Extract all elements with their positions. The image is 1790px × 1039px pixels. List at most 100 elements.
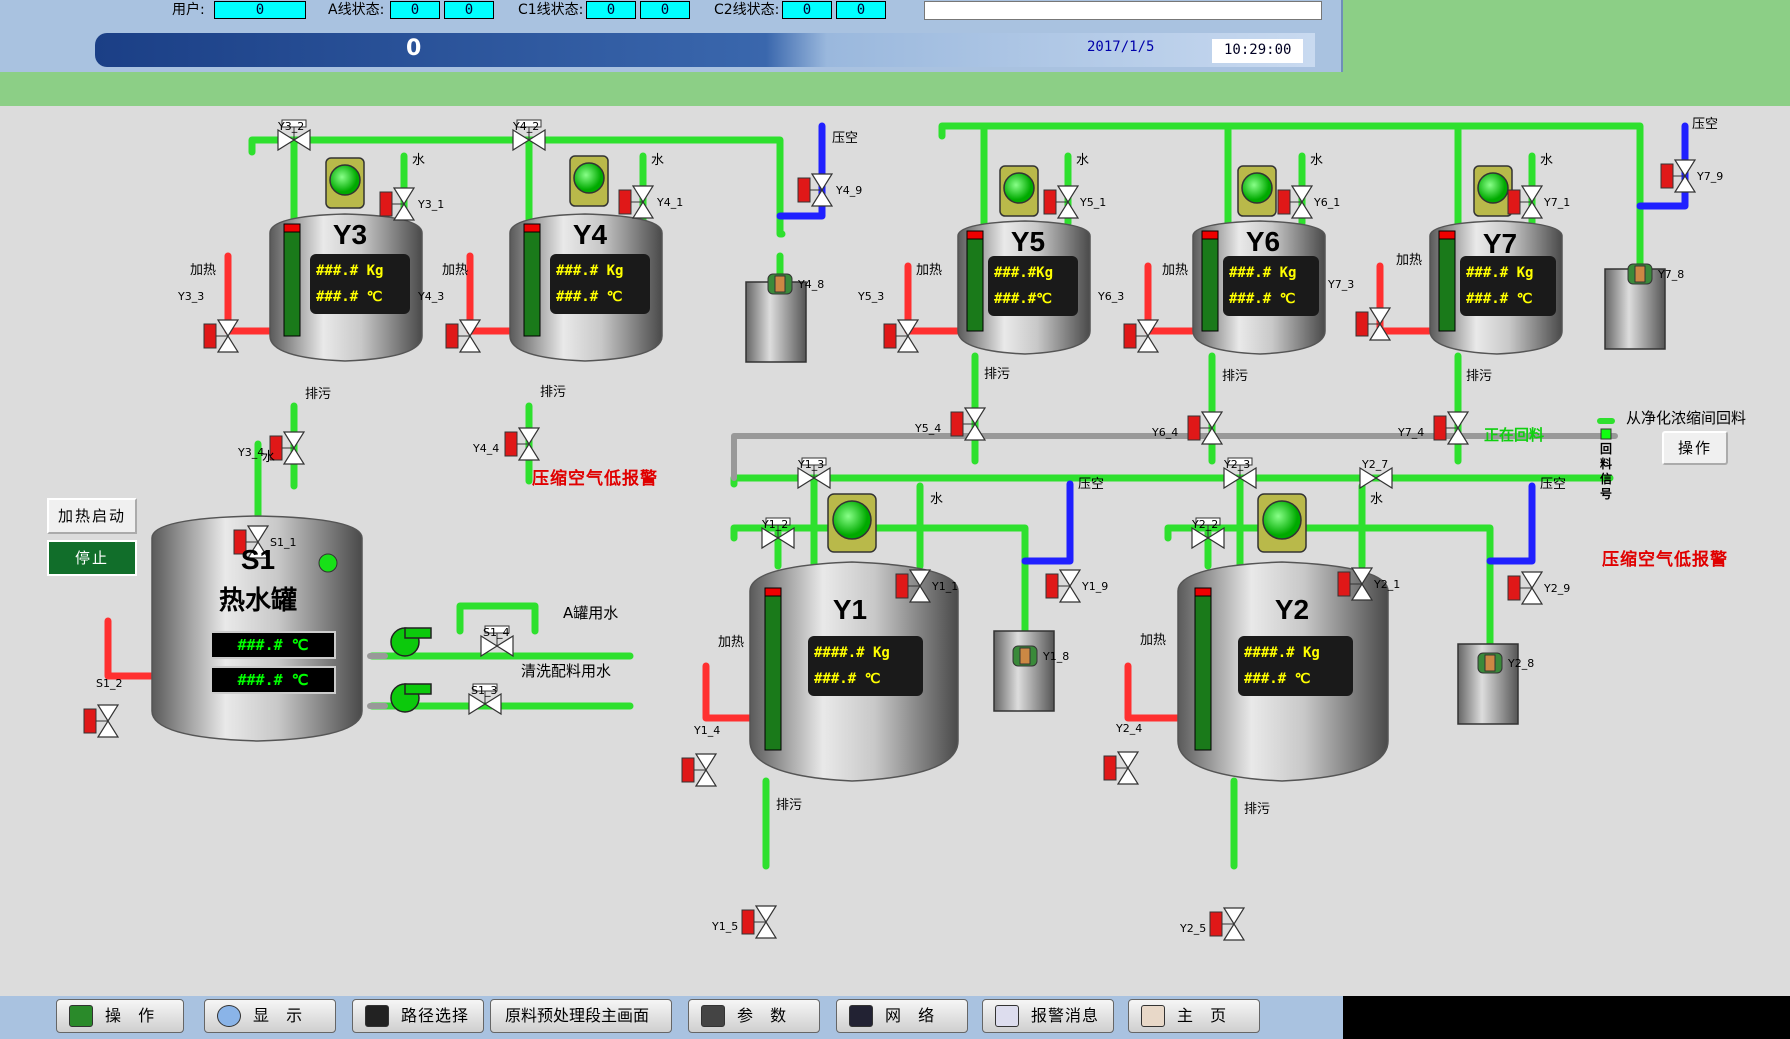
valve-y5-4[interactable] [950, 407, 987, 441]
valve-y6-1[interactable] [1277, 185, 1314, 219]
heat-start-button[interactable]: 加热启动 [47, 498, 137, 534]
process-diagram: Y3 ###.# Kg ###.# ℃ Y4 ###.# Kg ###.# ℃ Y5… [0, 106, 1790, 996]
valve-y7-1[interactable] [1507, 185, 1544, 219]
tank-s1-temp-2: ###.# ℃ [210, 666, 336, 694]
valve-tag: Y1_3 [798, 458, 825, 471]
valve-tag: Y2_4 [1116, 722, 1143, 735]
heat-label: 加热 [916, 263, 943, 278]
valve-tag: Y4_8 [798, 278, 825, 291]
user-field[interactable]: 0 [214, 1, 306, 19]
valve-y7-9[interactable] [1660, 159, 1697, 193]
valve-y1-8[interactable] [1012, 645, 1038, 667]
header-green-strip-bottom [0, 72, 1343, 106]
nav-display-button[interactable]: 显 示 [204, 999, 336, 1033]
tank-y6-display: ###.# Kg ###.# ℃ [1223, 256, 1319, 316]
valve-tag: Y7_4 [1398, 426, 1425, 439]
nav-home-button[interactable]: 主 页 [1128, 999, 1260, 1033]
valve-tag: Y3_3 [178, 290, 205, 303]
water-label: 水 [1076, 153, 1090, 168]
c1-line-label: C1线状态: [518, 2, 584, 18]
valve-tag: Y5_4 [915, 422, 942, 435]
tank-y3-display: ###.# Kg ###.# ℃ [310, 254, 410, 314]
nav-label: 报警消息 [1031, 1006, 1100, 1025]
valve-y1-1[interactable] [895, 569, 932, 603]
valve-tag: Y1_9 [1082, 580, 1109, 593]
tank-y6-temp: ###.# ℃ [1229, 291, 1296, 307]
valve-tag: Y2_9 [1544, 582, 1571, 595]
valve-tag: Y4_9 [836, 184, 863, 197]
tank-y2-temp: ###.# ℃ [1244, 671, 1311, 687]
air-alarm-left: 压缩空气低报警 [532, 469, 658, 489]
tank-y7-temp: ###.# ℃ [1466, 291, 1533, 307]
valve-y1-9[interactable] [1045, 569, 1082, 603]
air-label: 压空 [1692, 117, 1719, 132]
valve-tag: Y1_2 [762, 518, 789, 531]
nav-operate-button[interactable]: 操 作 [56, 999, 184, 1033]
bottom-black-area [1343, 996, 1790, 1039]
valve-y3-4[interactable] [269, 431, 306, 465]
user-label: 用户: [172, 2, 205, 18]
banner-value: 0 [406, 36, 422, 61]
valve-tag: Y5_1 [1080, 196, 1107, 209]
valve-y7-3[interactable] [1355, 307, 1392, 341]
nav-route-button[interactable]: 路径选择 [352, 999, 484, 1033]
tank-y3-temp: ###.# ℃ [316, 289, 383, 305]
valve-y2-1[interactable] [1337, 567, 1374, 601]
tank-y4-weight: ###.# Kg [556, 263, 624, 279]
nav-alarm-button[interactable]: 报警消息 [982, 999, 1114, 1033]
c1-line-field-1: 0 [586, 1, 636, 19]
nav-network-button[interactable]: 网 络 [836, 999, 968, 1033]
valve-tag: Y7_1 [1544, 196, 1571, 209]
valve-y4-3[interactable] [445, 319, 482, 353]
valve-tag: Y6_3 [1098, 290, 1125, 303]
valve-y1-5[interactable] [741, 905, 778, 939]
valve-y4-4[interactable] [504, 427, 541, 461]
drain-label: 排污 [540, 385, 567, 400]
valve-s1-2[interactable] [83, 704, 120, 738]
share-icon [365, 1005, 389, 1027]
heat-label: 加热 [1162, 263, 1189, 278]
valve-y5-3[interactable] [883, 319, 920, 353]
valve-y3-1[interactable] [379, 187, 416, 221]
tank-s1-temp-1: ###.# ℃ [210, 631, 336, 659]
alarm-message-icon [995, 1005, 1019, 1027]
valve-y2-9[interactable] [1507, 571, 1544, 605]
stop-button[interactable]: 停止 [47, 540, 137, 576]
nav-main-screen-button[interactable]: 原料预处理段主画面 [490, 999, 672, 1033]
valve-tag: Y3_2 [278, 120, 305, 133]
nav-label: 参 数 [737, 1006, 793, 1025]
valve-y2-4[interactable] [1103, 751, 1140, 785]
valve-y7-8[interactable] [1627, 263, 1653, 285]
calculator-icon [701, 1005, 725, 1027]
valve-y3-3[interactable] [203, 319, 240, 353]
nav-label: 网 络 [885, 1006, 941, 1025]
valve-y2-8[interactable] [1477, 652, 1503, 674]
valve-y4-9[interactable] [797, 173, 834, 207]
valve-y4-1[interactable] [618, 185, 655, 219]
valve-tag: Y7_3 [1328, 278, 1355, 291]
valve-tag: Y3_1 [418, 198, 445, 211]
valve-y7-4[interactable] [1433, 411, 1470, 445]
heat-label: 加热 [1140, 633, 1167, 648]
valve-y5-1[interactable] [1043, 185, 1080, 219]
valve-y4-8[interactable] [767, 273, 793, 295]
valve-tag: Y1_8 [1043, 650, 1070, 663]
valve-y6-3[interactable] [1123, 319, 1160, 353]
valve-tag: S1_4 [483, 626, 510, 639]
tank-y2-display: ####.# Kg ###.# ℃ [1238, 636, 1353, 696]
valve-tag: Y2_8 [1508, 657, 1535, 670]
drain-label: 排污 [776, 798, 803, 813]
tank-y4-temp: ###.# ℃ [556, 289, 623, 305]
valve-y2-5[interactable] [1209, 907, 1246, 941]
heat-label: 加热 [190, 263, 217, 278]
tank-y1-weight: ####.# Kg [814, 645, 890, 661]
valve-y6-4[interactable] [1187, 411, 1224, 445]
tank-y5-temp: ###.#℃ [994, 291, 1052, 307]
nav-params-button[interactable]: 参 数 [688, 999, 820, 1033]
nav-label: 显 示 [253, 1006, 309, 1025]
valve-y1-4[interactable] [681, 753, 718, 787]
home-icon [1141, 1005, 1165, 1027]
drain-label: 排污 [1222, 369, 1249, 384]
water-label: 水 [1370, 492, 1384, 507]
operate-button[interactable]: 操作 [1662, 431, 1728, 465]
